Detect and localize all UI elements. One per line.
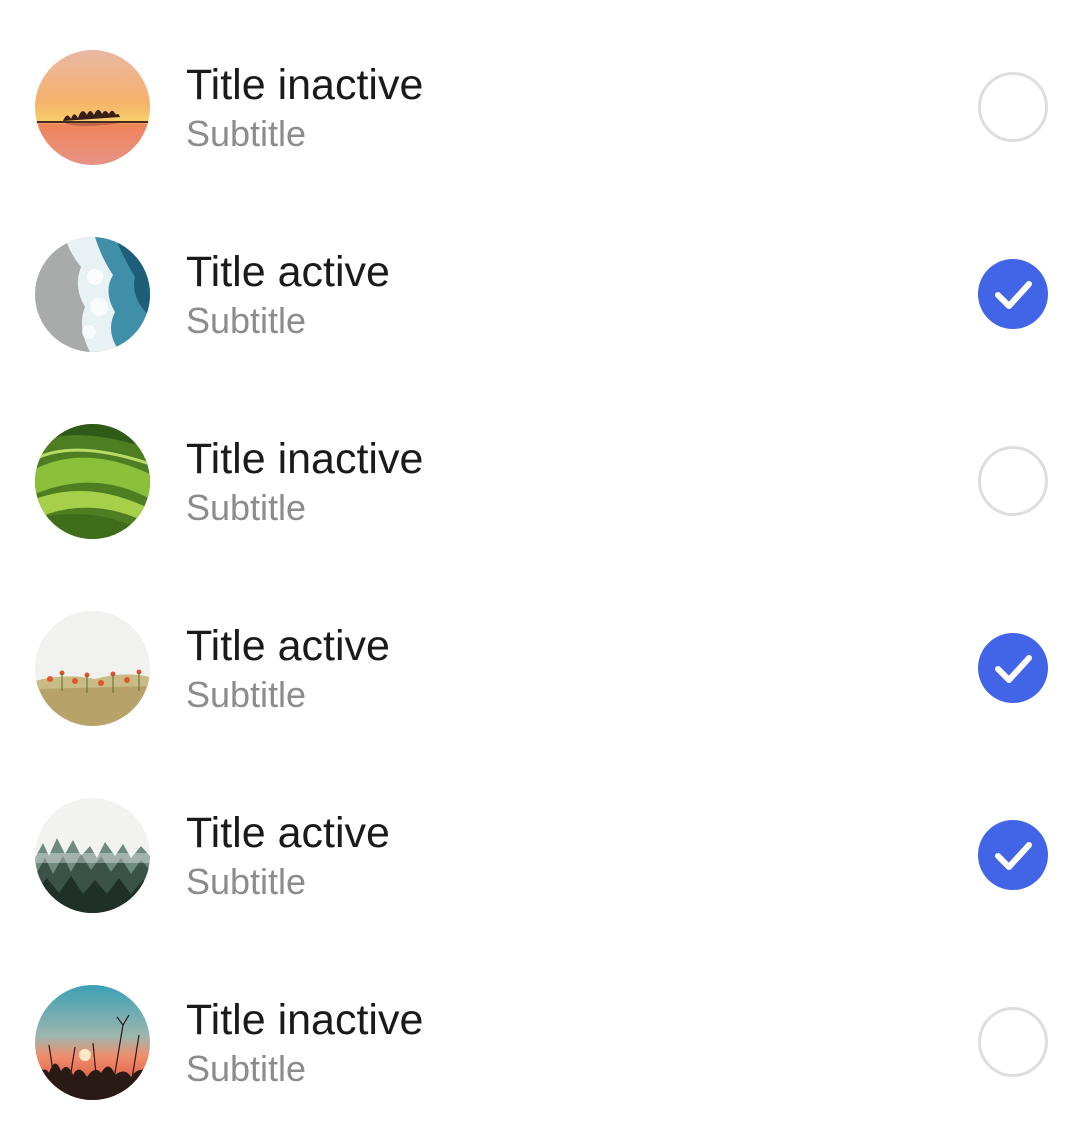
item-title: Title active	[186, 809, 390, 857]
list-item[interactable]: Title inactive Subtitle	[0, 374, 1082, 561]
list-item[interactable]: Title active Subtitle	[0, 187, 1082, 374]
list-item[interactable]: Title inactive Subtitle	[0, 0, 1082, 187]
sunrise-grass-thumbnail	[35, 985, 150, 1100]
item-title: Title active	[186, 622, 390, 670]
item-subtitle: Subtitle	[186, 300, 307, 341]
item-subtitle: Subtitle	[186, 861, 307, 902]
list-item[interactable]: Title active Subtitle	[0, 748, 1082, 935]
item-title: Title inactive	[186, 435, 424, 483]
item-title: Title active	[186, 248, 390, 296]
ocean-wave-thumbnail	[35, 237, 150, 352]
list-item[interactable]: Title inactive Subtitle	[0, 935, 1082, 1122]
item-subtitle: Subtitle	[186, 674, 307, 715]
checkbox-checked[interactable]	[978, 820, 1048, 890]
item-title: Title inactive	[186, 61, 424, 109]
radio-unchecked[interactable]	[978, 446, 1048, 516]
misty-forest-thumbnail	[35, 798, 150, 913]
sunset-lake-thumbnail	[35, 50, 150, 165]
checkbox-checked[interactable]	[978, 259, 1048, 329]
radio-unchecked[interactable]	[978, 72, 1048, 142]
wildflower-meadow-thumbnail	[35, 611, 150, 726]
check-icon	[995, 281, 1032, 309]
item-subtitle: Subtitle	[186, 1048, 307, 1089]
list-item[interactable]: Title active Subtitle	[0, 561, 1082, 748]
item-subtitle: Subtitle	[186, 113, 307, 154]
check-icon	[995, 655, 1032, 683]
selection-list: Title inactive Subtitle Title active Sub…	[0, 0, 1082, 1139]
radio-unchecked[interactable]	[978, 1007, 1048, 1077]
green-hills-thumbnail	[35, 424, 150, 539]
check-icon	[995, 842, 1032, 870]
item-title: Title inactive	[186, 996, 424, 1044]
item-subtitle: Subtitle	[186, 487, 307, 528]
checkbox-checked[interactable]	[978, 633, 1048, 703]
